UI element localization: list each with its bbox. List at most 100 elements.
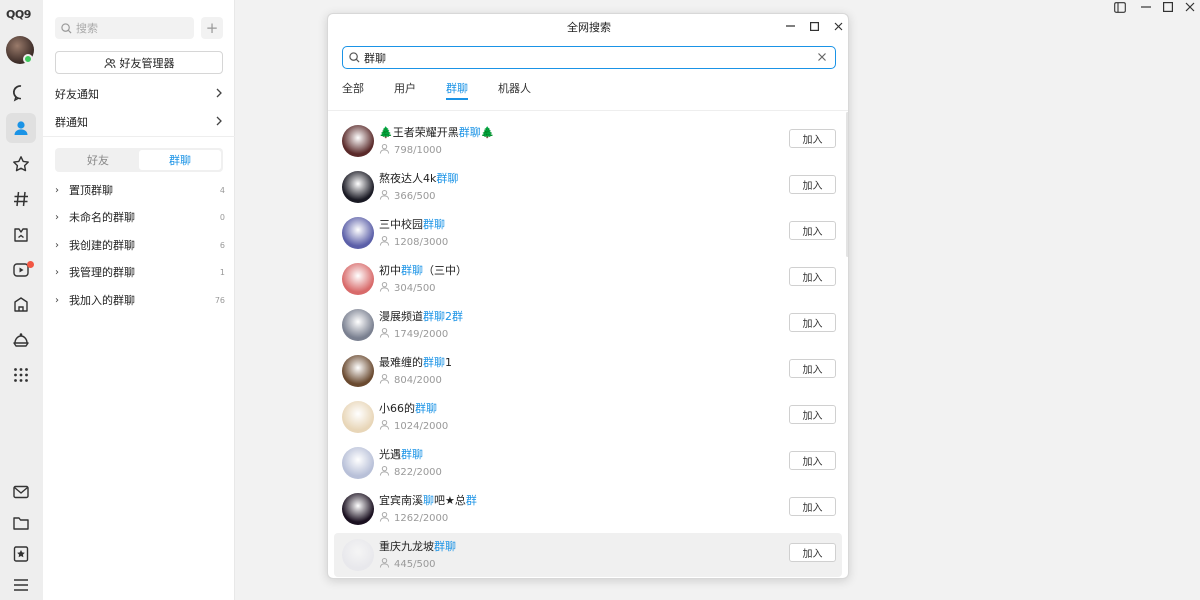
search-result-row[interactable]: 熬夜达人4k群聊 366/500 加入: [334, 165, 842, 209]
search-result-row[interactable]: 三中校园群聊 1208/3000 加入: [334, 211, 842, 255]
bookmark-star-icon[interactable]: [10, 543, 32, 565]
main-menu-icon[interactable]: [10, 574, 32, 596]
group-avatar[interactable]: [342, 447, 374, 479]
channels-hash-icon[interactable]: [10, 188, 32, 210]
member-count: 1262/2000: [379, 511, 448, 525]
group-avatar[interactable]: [342, 401, 374, 433]
clear-search-icon[interactable]: [815, 50, 829, 67]
person-icon: [379, 235, 394, 249]
global-search-field[interactable]: [342, 46, 836, 69]
tab-users[interactable]: 用户: [394, 80, 416, 100]
search-result-row[interactable]: 最难缠的群聊1 804/2000 加入: [334, 349, 842, 393]
chevron-right-icon: ›: [55, 239, 59, 251]
group-category-created[interactable]: › 我创建的群聊 6: [55, 235, 225, 255]
member-count: 1208/3000: [379, 235, 448, 249]
join-group-button[interactable]: 加入: [789, 405, 836, 424]
join-group-button[interactable]: 加入: [789, 221, 836, 240]
moments-icon[interactable]: [10, 329, 32, 351]
group-notice-item[interactable]: 群通知: [55, 111, 223, 133]
friend-manager-button[interactable]: 好友管理器: [55, 51, 223, 74]
plus-icon: +: [205, 19, 219, 37]
mail-icon[interactable]: [10, 481, 32, 503]
chevron-right-icon: ›: [55, 184, 59, 196]
group-name: 熬夜达人4k群聊: [379, 172, 459, 185]
contacts-search-input[interactable]: 搜索: [55, 17, 194, 39]
minimize-icon[interactable]: [1136, 0, 1156, 14]
group-name: 初中群聊（三中）: [379, 264, 467, 277]
add-button[interactable]: +: [201, 17, 223, 39]
person-icon: [379, 419, 394, 433]
group-name: 漫展频道群聊2群: [379, 310, 463, 323]
search-result-row[interactable]: 宜宾南溪聊吧★总群 1262/2000 加入: [334, 487, 842, 531]
more-apps-grid-icon[interactable]: [10, 364, 32, 386]
join-group-button[interactable]: 加入: [789, 129, 836, 148]
group-avatar[interactable]: [342, 263, 374, 295]
search-result-row[interactable]: 重庆九龙坡群聊 445/500 加入: [334, 533, 842, 577]
member-count: 1024/2000: [379, 419, 448, 433]
dialog-title: 全网搜索: [567, 21, 611, 34]
search-result-row[interactable]: 漫展频道群聊2群 1749/2000 加入: [334, 303, 842, 347]
contacts-panel: 搜索 + 好友管理器 好友通知 群通知 好友 群聊 › 置顶群聊 4 › 未命名…: [43, 0, 235, 600]
group-category-managed[interactable]: › 我管理的群聊 1: [55, 262, 225, 282]
join-group-button[interactable]: 加入: [789, 267, 836, 286]
mini-program-icon[interactable]: [10, 294, 32, 316]
group-avatar[interactable]: [342, 493, 374, 525]
group-name: 光遇群聊: [379, 448, 423, 461]
group-category-pinned[interactable]: › 置顶群聊 4: [55, 180, 225, 200]
member-count: 798/1000: [379, 143, 442, 157]
group-category-joined[interactable]: › 我加入的群聊 76: [55, 290, 225, 310]
person-icon: [379, 511, 394, 525]
tab-all[interactable]: 全部: [342, 80, 364, 100]
tab-bots[interactable]: 机器人: [498, 80, 531, 100]
tab-friends[interactable]: 好友: [57, 150, 139, 170]
group-name: 最难缠的群聊1: [379, 356, 452, 369]
dialog-minimize-icon[interactable]: [780, 17, 800, 35]
sidebar-toggle-icon[interactable]: [1110, 0, 1130, 14]
friends-groups-segment: 好友 群聊: [55, 148, 223, 172]
group-avatar[interactable]: [342, 125, 374, 157]
member-count: 804/2000: [379, 373, 442, 387]
search-result-row[interactable]: 🌲王者荣耀开黑群聊🌲 798/1000 加入: [334, 119, 842, 163]
dialog-maximize-icon[interactable]: [804, 17, 824, 35]
group-name: 重庆九龙坡群聊: [379, 540, 456, 553]
member-count: 366/500: [379, 189, 436, 203]
global-search-input[interactable]: [364, 51, 804, 64]
chat-icon[interactable]: [10, 82, 32, 104]
search-result-row[interactable]: 小66的群聊 1024/2000 加入: [334, 395, 842, 439]
game-center-icon[interactable]: [10, 224, 32, 246]
dialog-close-icon[interactable]: [828, 17, 848, 35]
results-scrollbar[interactable]: [846, 112, 848, 257]
search-icon: [349, 52, 360, 63]
join-group-button[interactable]: 加入: [789, 313, 836, 332]
join-group-button[interactable]: 加入: [789, 543, 836, 562]
favorites-star-icon[interactable]: [10, 153, 32, 175]
group-avatar[interactable]: [342, 171, 374, 203]
join-group-button[interactable]: 加入: [789, 359, 836, 378]
search-result-row[interactable]: 光遇群聊 822/2000 加入: [334, 441, 842, 485]
group-category-unnamed[interactable]: › 未命名的群聊 0: [55, 207, 225, 227]
folder-icon[interactable]: [10, 512, 32, 534]
maximize-icon[interactable]: [1158, 0, 1178, 14]
person-icon: [379, 327, 394, 341]
tab-groups[interactable]: 群聊: [139, 150, 221, 170]
join-group-button[interactable]: 加入: [789, 451, 836, 470]
search-result-row[interactable]: 初中群聊（三中） 304/500 加入: [334, 257, 842, 301]
join-group-button[interactable]: 加入: [789, 175, 836, 194]
tab-group-chats[interactable]: 群聊: [446, 80, 468, 100]
group-name: 小66的群聊: [379, 402, 437, 415]
group-avatar[interactable]: [342, 539, 374, 571]
member-count: 822/2000: [379, 465, 442, 479]
member-count: 304/500: [379, 281, 436, 295]
group-avatar[interactable]: [342, 309, 374, 341]
join-group-button[interactable]: 加入: [789, 497, 836, 516]
chevron-right-icon: [215, 116, 223, 129]
global-search-dialog: 全网搜索 全部 用户 群聊 机器人 🌲王者荣耀开黑群聊🌲798/1000加入熬夜…: [327, 13, 849, 579]
contacts-icon[interactable]: [6, 113, 36, 143]
group-avatar[interactable]: [342, 355, 374, 387]
group-name: 宜宾南溪聊吧★总群: [379, 494, 477, 507]
search-tabs: 全部 用户 群聊 机器人: [342, 80, 561, 102]
group-avatar[interactable]: [342, 217, 374, 249]
person-icon: [379, 557, 394, 571]
close-icon[interactable]: [1180, 0, 1200, 14]
friend-notice-item[interactable]: 好友通知: [55, 83, 223, 105]
